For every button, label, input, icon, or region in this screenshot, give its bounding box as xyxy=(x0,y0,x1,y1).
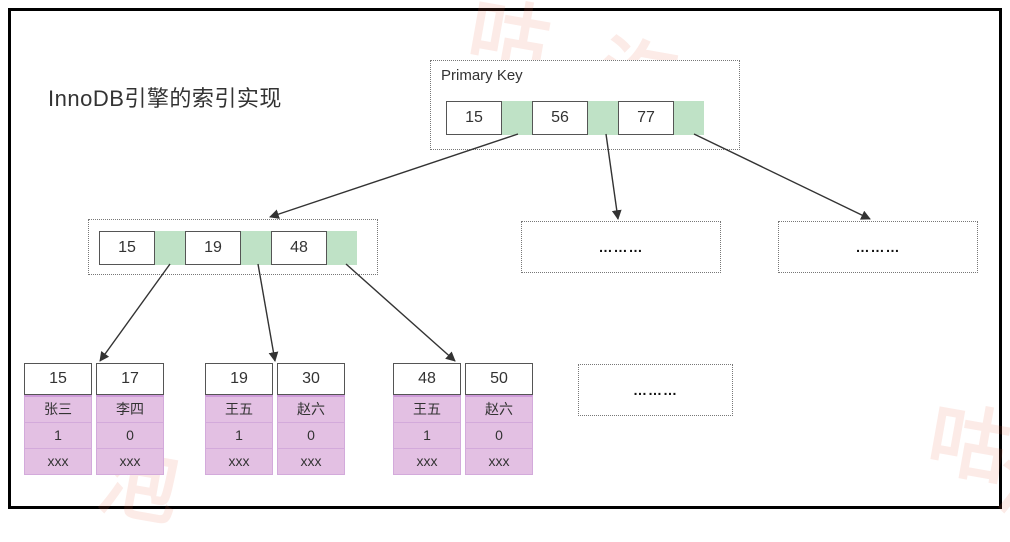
pointer-slot xyxy=(241,231,271,265)
leaf-node: 19 30 王五 1 xxx 赵六 0 xxx xyxy=(205,363,345,475)
placeholder-node: ……… xyxy=(778,221,978,273)
leaf-data-cell: 0 xyxy=(466,422,532,448)
leaf-data-cell: 张三 xyxy=(25,397,91,422)
root-node: Primary Key 15 56 77 xyxy=(430,60,740,150)
leaf-data-cell: xxx xyxy=(278,448,344,474)
leaf-key: 19 xyxy=(205,363,273,395)
leaf-data-cell: 1 xyxy=(206,422,272,448)
pointer-slot xyxy=(155,231,185,265)
leaf-data-column: 张三 1 xxx xyxy=(24,395,92,475)
leaf-key: 50 xyxy=(465,363,533,395)
leaf-data-cell: 1 xyxy=(394,422,460,448)
leaf-data-column: 王五 1 xxx xyxy=(393,395,461,475)
pointer-slot xyxy=(327,231,357,265)
pointer-slot xyxy=(674,101,704,135)
diagram-title: InnoDB引擎的索引实现 xyxy=(48,81,282,113)
leaf-data-cell: 李四 xyxy=(97,397,163,422)
leaf-data-cell: xxx xyxy=(25,448,91,474)
leaf-data-cell: 1 xyxy=(25,422,91,448)
leaf-data-column: 李四 0 xxx xyxy=(96,395,164,475)
placeholder-node: ……… xyxy=(521,221,721,273)
pointer-slot xyxy=(502,101,532,135)
internal-key: 48 xyxy=(271,231,327,265)
leaf-key: 48 xyxy=(393,363,461,395)
leaf-node: 15 17 张三 1 xxx 李四 0 xxx xyxy=(24,363,164,475)
leaf-data-cell: xxx xyxy=(394,448,460,474)
leaf-data-column: 王五 1 xxx xyxy=(205,395,273,475)
pointer-slot xyxy=(588,101,618,135)
leaf-key: 15 xyxy=(24,363,92,395)
root-node-label: Primary Key xyxy=(441,67,523,84)
root-key: 15 xyxy=(446,101,502,135)
leaf-data-cell: xxx xyxy=(97,448,163,474)
leaf-key: 17 xyxy=(96,363,164,395)
internal-key: 19 xyxy=(185,231,241,265)
internal-node: 15 19 48 xyxy=(88,219,378,275)
leaf-data-cell: 王五 xyxy=(206,397,272,422)
leaf-data-cell: xxx xyxy=(206,448,272,474)
leaf-data-cell: 王五 xyxy=(394,397,460,422)
leaf-data-column: 赵六 0 xxx xyxy=(465,395,533,475)
placeholder-node: ……… xyxy=(578,364,733,416)
leaf-data-cell: 0 xyxy=(278,422,344,448)
leaf-node: 48 50 王五 1 xxx 赵六 0 xxx xyxy=(393,363,533,475)
leaf-data-cell: xxx xyxy=(466,448,532,474)
leaf-data-cell: 赵六 xyxy=(466,397,532,422)
leaf-data-column: 赵六 0 xxx xyxy=(277,395,345,475)
internal-key: 15 xyxy=(99,231,155,265)
leaf-data-cell: 赵六 xyxy=(278,397,344,422)
leaf-key: 30 xyxy=(277,363,345,395)
leaf-data-cell: 0 xyxy=(97,422,163,448)
root-key: 77 xyxy=(618,101,674,135)
root-key: 56 xyxy=(532,101,588,135)
